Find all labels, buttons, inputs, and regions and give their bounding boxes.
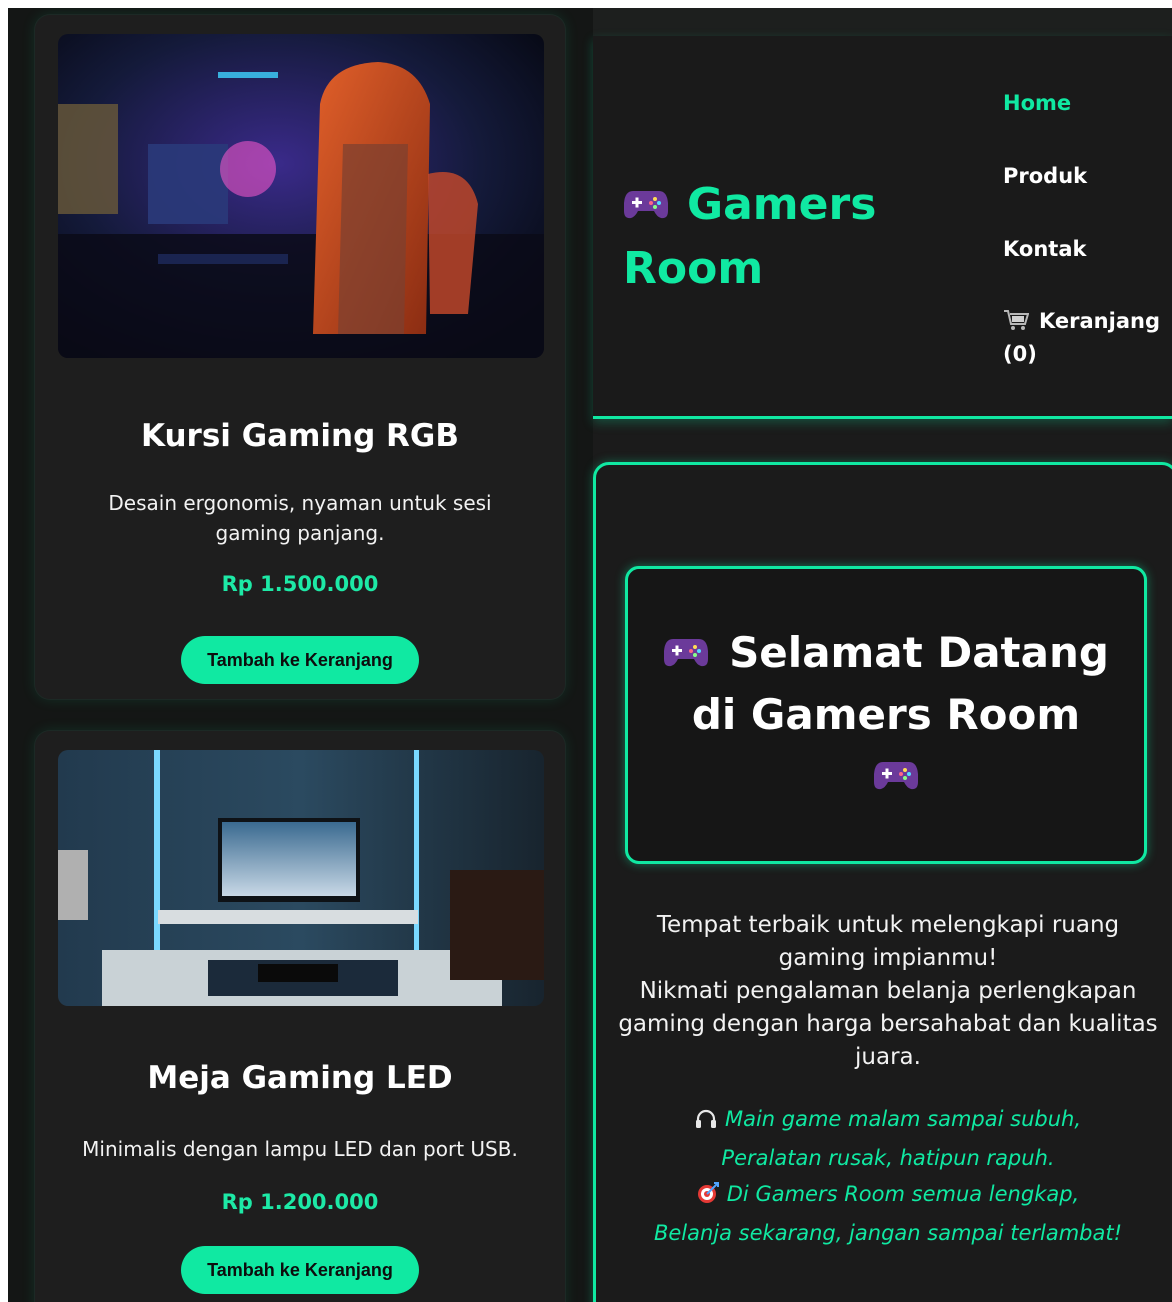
nav-produk[interactable]: Produk bbox=[1003, 161, 1172, 191]
gamepad-icon bbox=[663, 625, 709, 685]
page: Kursi Gaming RGB Desain ergonomis, nyama… bbox=[8, 8, 1172, 1302]
hero-text-line1: Tempat terbaik untuk melengkapi ruang ga… bbox=[656, 912, 1120, 971]
product-name: Meja Gaming LED bbox=[147, 1060, 453, 1096]
add-to-cart-button[interactable]: Tambah ke Keranjang bbox=[181, 636, 419, 684]
poem-line-4: Belanja sekarang, jangan sampai terlamba… bbox=[653, 1221, 1123, 1245]
gamepad-icon bbox=[873, 748, 919, 808]
product-name: Kursi Gaming RGB bbox=[141, 418, 459, 454]
product-price: Rp 1.500.000 bbox=[221, 572, 379, 596]
product-description: Minimalis dengan lampu LED dan port USB. bbox=[82, 1137, 518, 1161]
nav-cart[interactable]: Keranjang (0) bbox=[1003, 306, 1172, 369]
logo-text-line1: Gamers bbox=[687, 179, 877, 230]
hero-poem: Main game malam sampai subuh, Peralatan … bbox=[618, 1101, 1158, 1251]
nav-home[interactable]: Home bbox=[1003, 88, 1172, 118]
hero-section: Selamat Datang di Gamers Room Tempat ter… bbox=[593, 462, 1172, 1302]
poem-line-3: Di Gamers Room semua lengkap, bbox=[726, 1182, 1080, 1206]
product-price: Rp 1.200.000 bbox=[221, 1190, 379, 1214]
hero-description: Tempat terbaik untuk melengkapi ruang ga… bbox=[618, 909, 1158, 1074]
hero-title-line1: Selamat Datang bbox=[729, 627, 1109, 677]
headphones-icon bbox=[695, 1104, 717, 1140]
product-image-gaming-desk bbox=[58, 750, 544, 1006]
hero-title-box: Selamat Datang di Gamers Room bbox=[625, 566, 1147, 864]
site-header: Gamers Room Home Produk Kontak Keranjang… bbox=[593, 36, 1172, 419]
product-description: Desain ergonomis, nyaman untuk sesi gami… bbox=[108, 491, 492, 545]
hero-title-line2: di Gamers Room bbox=[691, 690, 1081, 739]
nav-kontak[interactable]: Kontak bbox=[1003, 234, 1172, 264]
target-icon bbox=[697, 1179, 719, 1215]
cart-count: (0) bbox=[1003, 342, 1037, 366]
add-to-cart-button[interactable]: Tambah ke Keranjang bbox=[181, 1246, 419, 1294]
hero-title: Selamat Datang di Gamers Room bbox=[656, 623, 1116, 808]
product-image-gaming-chair bbox=[58, 34, 544, 358]
logo-text-line2: Room bbox=[623, 243, 764, 294]
poem-line-2: Peralatan rusak, hatipun rapuh. bbox=[721, 1146, 1055, 1170]
nav-cart-label: Keranjang bbox=[1039, 309, 1160, 333]
product-card: Kursi Gaming RGB Desain ergonomis, nyama… bbox=[34, 14, 566, 700]
gamepad-icon bbox=[623, 176, 669, 238]
site-logo[interactable]: Gamers Room bbox=[623, 174, 923, 300]
product-list: Kursi Gaming RGB Desain ergonomis, nyama… bbox=[8, 8, 593, 1302]
poem-line-1: Main game malam sampai subuh, bbox=[724, 1107, 1082, 1131]
main-panel: Gamers Room Home Produk Kontak Keranjang… bbox=[593, 8, 1172, 1302]
cart-icon bbox=[1003, 309, 1030, 339]
hero-text-line2: Nikmati pengalaman belanja perlengkapan … bbox=[618, 978, 1158, 1070]
top-strip bbox=[593, 8, 1172, 36]
product-card: Meja Gaming LED Minimalis dengan lampu L… bbox=[34, 730, 566, 1302]
